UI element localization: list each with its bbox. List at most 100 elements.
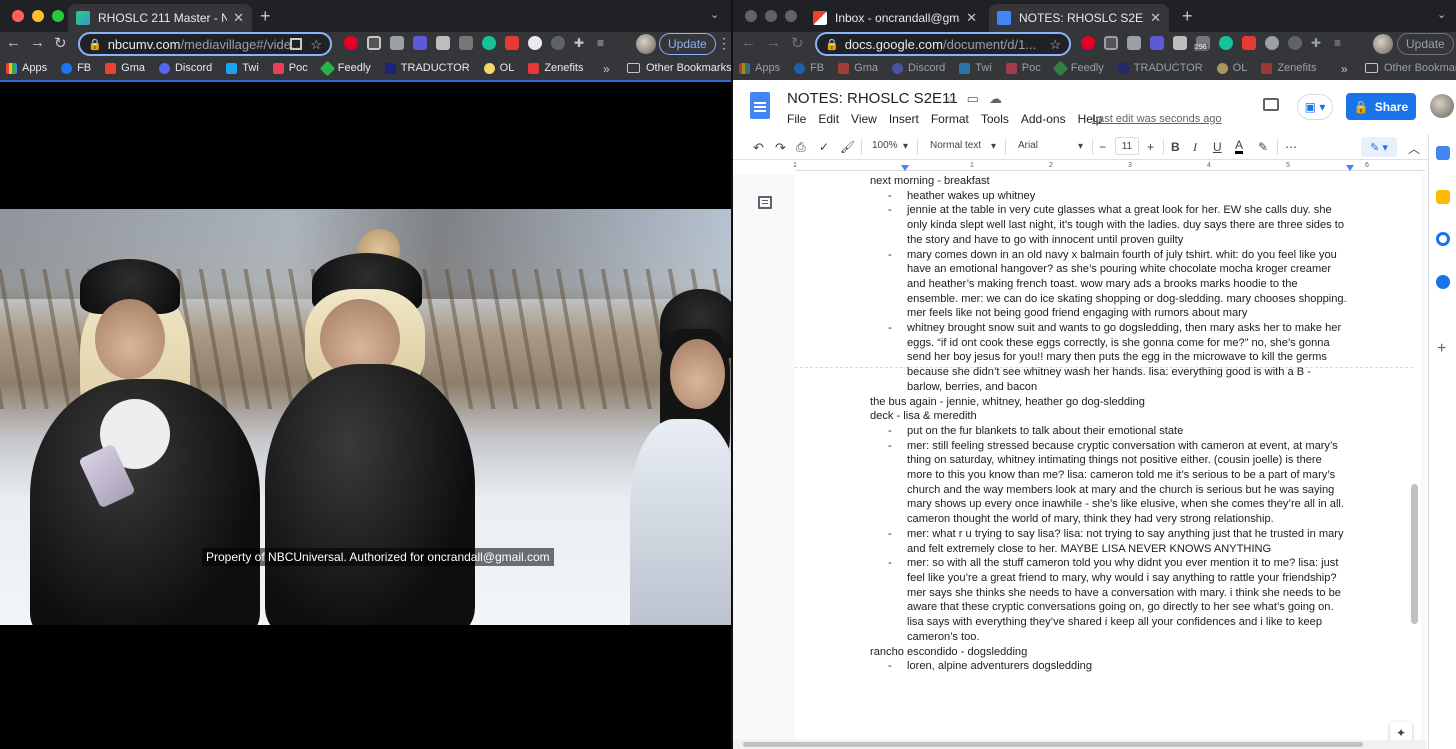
profile-avatar[interactable]: [636, 34, 656, 54]
new-tab-button[interactable]: +: [260, 6, 271, 27]
bullet-item[interactable]: heather wakes up whitney: [870, 189, 1348, 204]
menu-edit[interactable]: Edit: [818, 112, 839, 126]
new-tab-button[interactable]: +: [1182, 6, 1193, 27]
back-icon[interactable]: ←: [741, 34, 756, 51]
meet-present-button[interactable]: ▣ ▾: [1297, 94, 1333, 120]
bookmark-gma[interactable]: Gma: [105, 62, 145, 74]
bookmark-zenefits[interactable]: Zenefits: [1261, 62, 1316, 74]
maximize-window-button[interactable]: [785, 10, 797, 22]
bullet-item[interactable]: put on the fur blankets to talk about th…: [870, 424, 1348, 439]
reading-list-icon[interactable]: ≡: [597, 36, 611, 50]
reader-extension-icon[interactable]: [390, 36, 404, 50]
style-dropdown-icon[interactable]: ▾: [991, 141, 996, 152]
underline-icon[interactable]: U: [1213, 140, 1222, 154]
pocket-extension-icon[interactable]: [367, 36, 381, 50]
grid-extension-icon[interactable]: 296: [1194, 36, 1210, 51]
tab-nbcu-master[interactable]: RHOSLC 211 Master - NBCUniv ✕: [68, 4, 252, 32]
print-icon[interactable]: ⎙: [796, 140, 806, 155]
pocket-extension-icon[interactable]: [1104, 36, 1118, 50]
reading-list-icon[interactable]: ≡: [1334, 36, 1348, 50]
bookmark-star-icon[interactable]: ☆: [1049, 37, 1061, 53]
grammarly-extension-icon[interactable]: [482, 36, 496, 50]
bitly-extension-icon[interactable]: [1150, 36, 1164, 50]
bookmark-poc[interactable]: Poc: [1005, 62, 1041, 74]
close-tab-icon[interactable]: ✕: [1150, 10, 1161, 26]
collapse-menus-icon[interactable]: ︿: [1408, 140, 1420, 157]
puzzle-extensions-icon[interactable]: ✚: [574, 36, 588, 50]
camera-extension-icon[interactable]: [1173, 36, 1187, 50]
close-window-button[interactable]: [12, 10, 24, 22]
address-bar[interactable]: 🔒 docs.google.com/document/d/1... ☆: [815, 32, 1071, 56]
menu-format[interactable]: Format: [931, 112, 969, 126]
bookmark-apps[interactable]: Apps: [739, 62, 780, 74]
reload-icon[interactable]: ↻: [54, 34, 67, 52]
grid-extension-icon[interactable]: [459, 36, 473, 50]
bookmark-ol[interactable]: OL: [483, 62, 514, 74]
lastpass-extension-icon[interactable]: [505, 36, 519, 50]
zoom-dropdown-icon[interactable]: ▾: [903, 141, 908, 152]
tab-gmail-inbox[interactable]: Inbox - oncrandall@gmail.com ✕: [805, 4, 985, 32]
bookmark-twi[interactable]: Twi: [959, 62, 992, 74]
blocker-extension-icon[interactable]: [551, 36, 565, 50]
bullet-item[interactable]: mer: what r u trying to say lisa? lisa: …: [870, 527, 1348, 556]
bullet-item[interactable]: jennie at the table in very cute glasses…: [870, 203, 1348, 247]
bookmark-apps[interactable]: Apps: [6, 62, 47, 74]
menu-insert[interactable]: Insert: [889, 112, 919, 126]
highlight-icon[interactable]: ✎: [1258, 140, 1268, 154]
blocker-extension-icon[interactable]: [1288, 36, 1302, 50]
bullet-item[interactable]: mer: still feeling stressed because cryp…: [870, 439, 1348, 527]
close-window-button[interactable]: [745, 10, 757, 22]
bitly-extension-icon[interactable]: [413, 36, 427, 50]
paint-format-icon[interactable]: 🖌: [840, 140, 855, 154]
bookmark-zenefits[interactable]: Zenefits: [528, 62, 583, 74]
bookmark-feedly[interactable]: Feedly: [319, 60, 371, 76]
horizontal-scrollbar[interactable]: [733, 740, 1426, 749]
menu-tools[interactable]: Tools: [981, 112, 1009, 126]
decrease-font-size-icon[interactable]: −: [1099, 140, 1106, 154]
profile-avatar[interactable]: [1373, 34, 1393, 54]
grammarly-extension-icon[interactable]: [1219, 36, 1233, 50]
more-bookmarks-icon[interactable]: »: [603, 62, 610, 76]
section-heading[interactable]: deck - lisa & meredith: [870, 409, 1348, 424]
qr-code-icon[interactable]: [290, 38, 302, 50]
share-button[interactable]: 🔒 Share: [1346, 93, 1416, 120]
paragraph-style-select[interactable]: Normal text: [930, 140, 981, 151]
forward-icon[interactable]: →: [30, 34, 45, 51]
honey-extension-icon[interactable]: [1265, 36, 1279, 50]
contacts-icon[interactable]: [1436, 275, 1450, 289]
more-bookmarks-icon[interactable]: »: [1341, 62, 1348, 76]
close-tab-icon[interactable]: ✕: [233, 10, 244, 26]
document-title[interactable]: NOTES: RHOSLC S2E11: [787, 90, 958, 107]
bookmark-star-icon[interactable]: ☆: [310, 37, 322, 53]
forward-icon[interactable]: →: [766, 34, 781, 51]
bookmark-twi[interactable]: Twi: [226, 62, 259, 74]
bullet-item[interactable]: mer: so with all the stuff cameron told …: [870, 556, 1348, 644]
spellcheck-icon[interactable]: ✓: [819, 140, 829, 154]
update-button[interactable]: Update: [1397, 33, 1454, 55]
bullet-item[interactable]: mary comes down in an old navy x balmain…: [870, 248, 1348, 322]
bookmark-discord[interactable]: Discord: [158, 62, 212, 74]
left-indent-marker[interactable]: [901, 165, 909, 171]
other-bookmarks-folder[interactable]: Other Bookmarks: [1365, 62, 1456, 74]
increase-font-size-icon[interactable]: +: [1147, 140, 1154, 154]
tab-search-icon[interactable]: ⌄: [1437, 8, 1446, 21]
bullet-item[interactable]: loren, alpine adventurers dogsledding: [870, 659, 1348, 674]
right-indent-marker[interactable]: [1346, 165, 1354, 171]
menu-add-ons[interactable]: Add-ons: [1021, 112, 1066, 126]
cloud-status-icon[interactable]: ☁: [989, 91, 1002, 107]
bookmark-fb[interactable]: FB: [61, 62, 91, 74]
maximize-window-button[interactable]: [52, 10, 64, 22]
reader-extension-icon[interactable]: [1127, 36, 1141, 50]
camera-extension-icon[interactable]: [436, 36, 450, 50]
section-heading[interactable]: rancho escondido - dogsledding: [870, 645, 1348, 660]
account-avatar[interactable]: [1430, 94, 1454, 118]
pinterest-extension-icon[interactable]: [1081, 36, 1095, 50]
address-bar[interactable]: 🔒 nbcumv.com/mediavillage#/vide... ☆: [78, 32, 332, 56]
text-color-icon[interactable]: A: [1235, 139, 1244, 154]
star-icon[interactable]: ☆: [945, 91, 957, 107]
honey-extension-icon[interactable]: [528, 36, 542, 50]
minimize-window-button[interactable]: [765, 10, 777, 22]
vertical-scrollbar[interactable]: [1411, 484, 1418, 624]
bookmark-poc[interactable]: Poc: [272, 62, 308, 74]
back-icon[interactable]: ←: [6, 34, 21, 51]
